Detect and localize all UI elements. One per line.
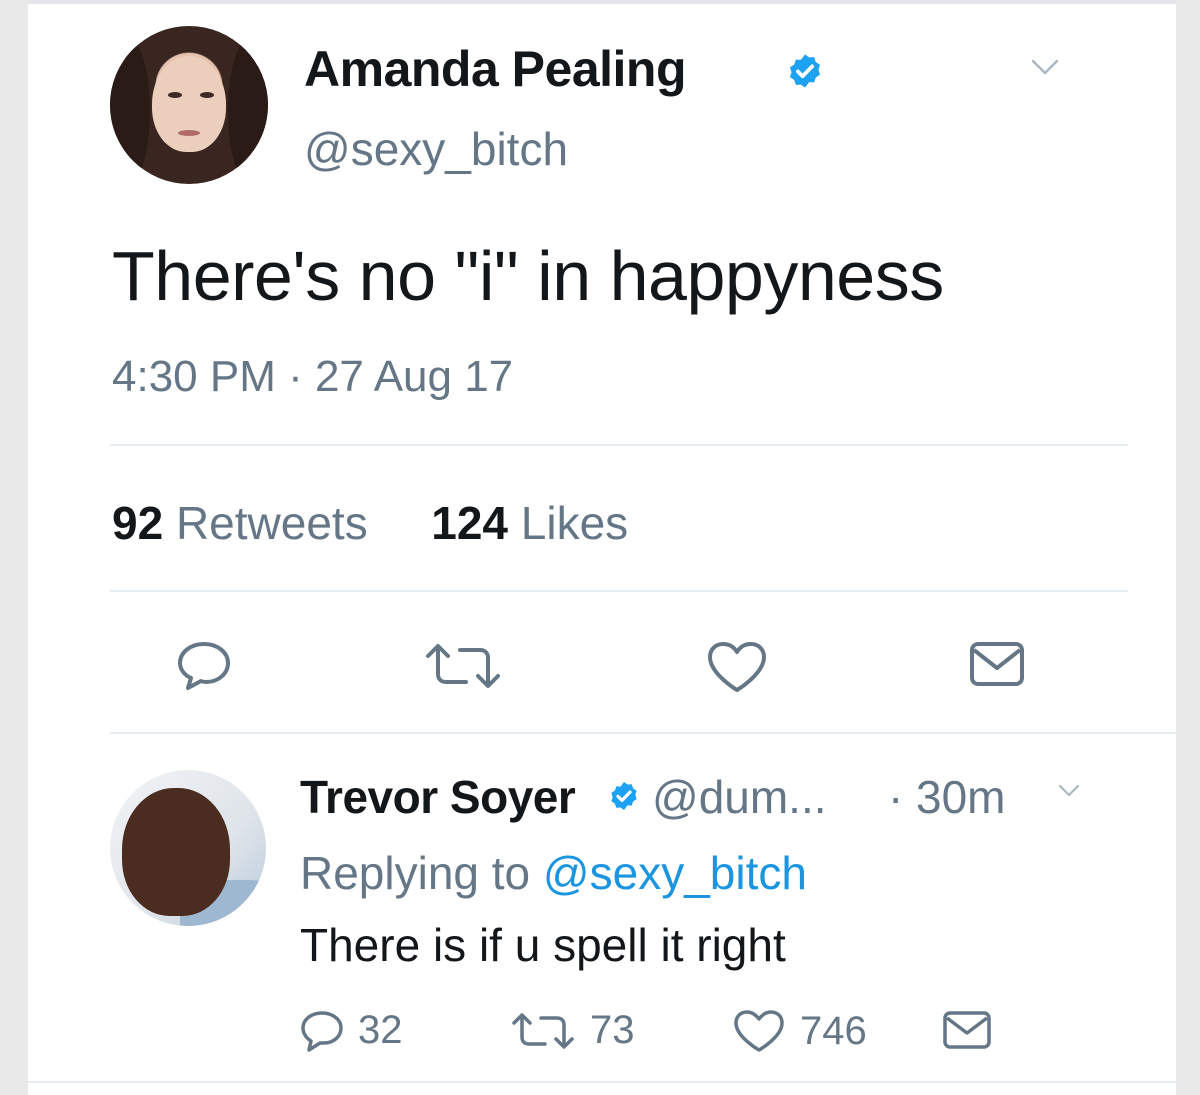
reply-author-name[interactable]: Trevor Soyer xyxy=(300,770,576,824)
top-divider xyxy=(28,0,1176,4)
heart-icon[interactable] xyxy=(706,640,768,694)
reply-time[interactable]: 30m xyxy=(916,770,1005,824)
replying-to: Replying to @sexy_bitch xyxy=(300,846,807,900)
author-avatar[interactable] xyxy=(110,26,268,184)
bottom-divider xyxy=(28,1081,1176,1083)
tweet-stats: 92 Retweets 124 Likes xyxy=(112,496,628,550)
verified-badge-icon xyxy=(789,54,821,88)
likes-label[interactable]: Likes xyxy=(521,497,628,549)
reply-retweet-count: 73 xyxy=(590,1008,635,1052)
reply-icon[interactable] xyxy=(176,640,232,692)
author-handle[interactable]: @sexy_bitch xyxy=(304,122,568,176)
retweet-icon xyxy=(512,1012,574,1049)
tweet-card: Amanda Pealing @sexy_bitch There's no "i… xyxy=(28,0,1176,1095)
retweets-count[interactable]: 92 xyxy=(112,497,163,549)
retweet-icon[interactable] xyxy=(422,642,504,690)
reply-reply-button[interactable]: 32 xyxy=(300,1008,403,1053)
replying-prefix: Replying to xyxy=(300,847,531,899)
divider xyxy=(110,590,1128,592)
reply-like-count: 746 xyxy=(800,1008,867,1053)
reply-text: There is if u spell it right xyxy=(300,919,786,971)
reply-icon xyxy=(301,1010,343,1052)
verified-badge-icon xyxy=(611,782,637,810)
retweets-label[interactable]: Retweets xyxy=(176,497,368,549)
chevron-down-icon[interactable] xyxy=(1030,58,1060,78)
reply-retweet-button[interactable]: 73 xyxy=(510,1008,635,1053)
divider xyxy=(110,444,1128,446)
envelope-icon[interactable] xyxy=(968,638,1026,690)
reply-like-button[interactable]: 746 xyxy=(732,1008,867,1054)
reply-dm-button[interactable] xyxy=(942,1008,1006,1052)
reply-count: 32 xyxy=(358,1008,403,1052)
tweet-timestamp[interactable]: 4:30 PM · 27 Aug 17 xyxy=(112,352,513,402)
envelope-icon xyxy=(943,1011,991,1049)
author-name[interactable]: Amanda Pealing xyxy=(304,40,687,98)
heart-icon xyxy=(734,1010,784,1052)
reply-author-handle[interactable]: @dum... xyxy=(652,770,827,824)
likes-count[interactable]: 124 xyxy=(431,497,508,549)
separator-dot: · xyxy=(888,771,904,823)
reply-author-avatar[interactable] xyxy=(110,770,266,926)
replying-mention-link[interactable]: @sexy_bitch xyxy=(543,847,807,899)
chevron-down-icon[interactable] xyxy=(1058,784,1080,799)
divider xyxy=(110,732,1176,734)
tweet-text: There's no "i" in happyness xyxy=(112,237,944,315)
